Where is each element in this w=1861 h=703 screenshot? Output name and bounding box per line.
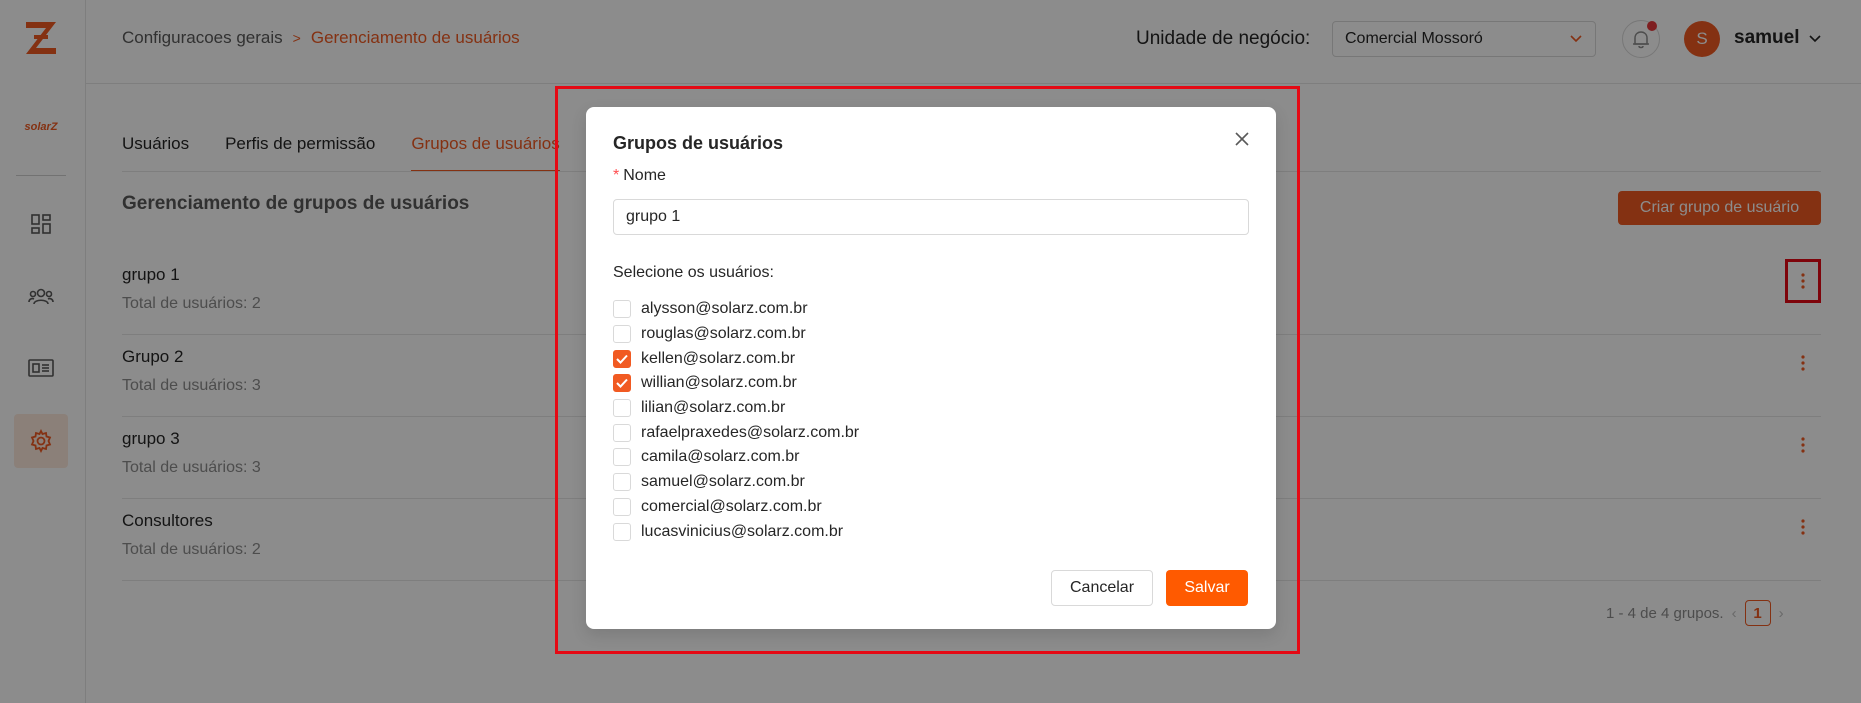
- name-field-label: * Nome: [613, 167, 666, 185]
- checkbox[interactable]: [613, 448, 631, 467]
- checkbox[interactable]: [613, 374, 631, 393]
- checkbox[interactable]: [613, 497, 631, 516]
- users-select-label: Selecione os usuários:: [613, 264, 774, 281]
- modal-title: Grupos de usuários: [613, 133, 784, 153]
- user-email: comercial@solarz.com.br: [641, 497, 822, 515]
- checkbox[interactable]: [613, 325, 631, 344]
- user-checkbox-item[interactable]: willian@solarz.com.br: [613, 371, 859, 396]
- check-icon: [616, 354, 628, 364]
- user-email: samuel@solarz.com.br: [641, 473, 805, 491]
- user-email: alysson@solarz.com.br: [641, 300, 808, 318]
- checkbox[interactable]: [613, 423, 631, 442]
- required-mark: *: [613, 167, 620, 184]
- checkbox[interactable]: [613, 399, 631, 418]
- user-checkbox-item[interactable]: lucasvinicius@solarz.com.br: [613, 519, 859, 544]
- user-group-modal: Grupos de usuários *Nome Selecione os us…: [586, 107, 1276, 629]
- cancel-button[interactable]: Cancelar: [1051, 570, 1153, 606]
- user-checkbox-item[interactable]: lilian@solarz.com.br: [613, 396, 859, 421]
- user-email: kellen@solarz.com.br: [641, 349, 796, 367]
- close-button[interactable]: [1230, 127, 1254, 151]
- user-checkbox-item[interactable]: samuel@solarz.com.br: [613, 470, 859, 495]
- user-email: camila@solarz.com.br: [641, 448, 800, 466]
- user-email: rafaelpraxedes@solarz.com.br: [641, 423, 860, 441]
- checkbox[interactable]: [613, 473, 631, 492]
- checkbox[interactable]: [613, 349, 631, 368]
- user-email: lilian@solarz.com.br: [641, 399, 786, 417]
- user-checkbox-item[interactable]: comercial@solarz.com.br: [613, 495, 859, 520]
- user-email: rouglas@solarz.com.br: [641, 325, 806, 343]
- user-checkbox-item[interactable]: rouglas@solarz.com.br: [613, 322, 859, 347]
- save-button[interactable]: Salvar: [1166, 570, 1248, 606]
- name-input[interactable]: [613, 199, 1249, 235]
- user-checkbox-item[interactable]: camila@solarz.com.br: [613, 445, 859, 470]
- user-email: willian@solarz.com.br: [641, 374, 797, 392]
- user-checkbox-item[interactable]: alysson@solarz.com.br: [613, 297, 859, 322]
- checkbox[interactable]: [613, 522, 631, 541]
- user-checkbox-item[interactable]: kellen@solarz.com.br: [613, 346, 859, 371]
- close-icon: [1235, 132, 1249, 146]
- user-checkbox-item[interactable]: rafaelpraxedes@solarz.com.br: [613, 420, 859, 445]
- check-icon: [616, 379, 628, 389]
- user-checkbox-list: alysson@solarz.com.br rouglas@solarz.com.…: [613, 297, 859, 544]
- checkbox[interactable]: [613, 300, 631, 319]
- name-label-text: Nome: [623, 167, 666, 184]
- user-email: lucasvinicius@solarz.com.br: [641, 522, 844, 540]
